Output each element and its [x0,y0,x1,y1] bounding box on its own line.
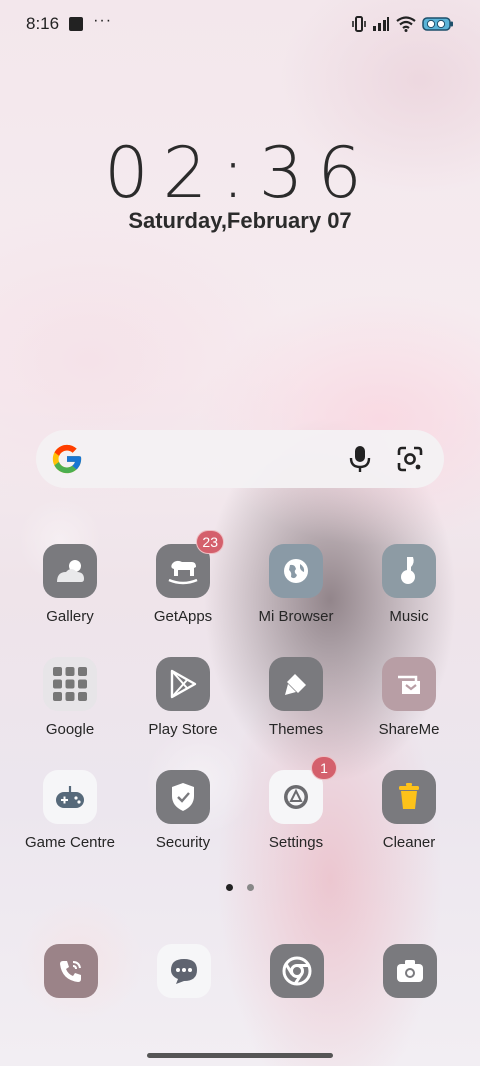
app-settings[interactable]: 1 Settings [240,756,352,851]
google-logo-icon [52,444,82,474]
gamepad-icon [56,786,84,808]
lens-icon [397,446,423,472]
page-dot-active [226,884,233,891]
clock-widget-time[interactable]: 02:36 [0,132,480,214]
messages-icon [171,959,197,984]
settings-icon [284,785,308,809]
phone-icon [60,961,81,982]
play-store-icon [170,669,197,699]
shield-icon [172,783,194,811]
dock-chrome[interactable] [270,944,324,998]
app-label: ShareMe [378,721,440,738]
notification-badge: 1 [311,756,337,780]
music-icon [401,557,415,584]
app-play-store[interactable]: Play Store [127,657,239,738]
app-label: Google [45,721,95,738]
gallery-icon [57,560,84,582]
home-gesture-bar[interactable] [147,1053,333,1058]
shareme-icon [398,675,420,694]
notification-square-icon [69,17,84,31]
app-label: Game Centre [24,834,116,851]
lens-search-button[interactable] [390,439,430,479]
dock-camera[interactable] [383,944,437,998]
themes-icon [285,674,306,695]
app-label: GetApps [153,608,213,625]
app-mi-browser[interactable]: Mi Browser [240,544,352,625]
google-search-bar[interactable] [36,430,444,488]
app-label: Themes [268,721,324,738]
voice-search-button[interactable] [340,439,380,479]
app-shareme[interactable]: ShareMe [353,657,465,738]
notification-badge: 23 [196,530,224,554]
camera-icon [397,960,423,982]
app-music[interactable]: Music [353,544,465,625]
folder-google[interactable]: Google [14,657,126,738]
app-label: Mi Browser [258,608,334,625]
wifi-icon [396,16,416,32]
app-label: Security [155,834,211,851]
page-indicator [0,884,480,891]
app-gallery[interactable]: Gallery [14,544,126,625]
overflow-dots-icon: ··· [93,12,113,29]
app-game-centre[interactable]: Game Centre [14,770,126,851]
app-label: Music [389,608,429,625]
app-cleaner[interactable]: Cleaner [353,770,465,851]
clock-widget-date[interactable]: Saturday,February 07 [0,208,480,234]
dock-phone[interactable] [44,944,98,998]
getapps-icon [168,560,198,585]
signal-icon [373,17,389,31]
chrome-icon [282,956,312,986]
trash-icon [399,783,419,809]
google-folder-icon [53,667,87,701]
browser-icon [284,559,308,583]
app-themes[interactable]: Themes [240,657,352,738]
page-dot [247,884,254,891]
status-time: 8:16 [26,14,60,33]
dock-messages[interactable] [157,944,211,998]
app-label: Settings [268,834,324,851]
microphone-icon [349,446,371,472]
vibrate-icon [352,16,366,32]
app-security[interactable]: Security [127,770,239,851]
battery-icon [422,17,453,31]
status-bar: 8:16 ··· [0,0,480,48]
app-label: Play Store [148,721,218,738]
app-label: Cleaner [382,834,436,851]
app-label: Gallery [46,608,94,625]
app-getapps[interactable]: 23 GetApps [127,530,239,625]
